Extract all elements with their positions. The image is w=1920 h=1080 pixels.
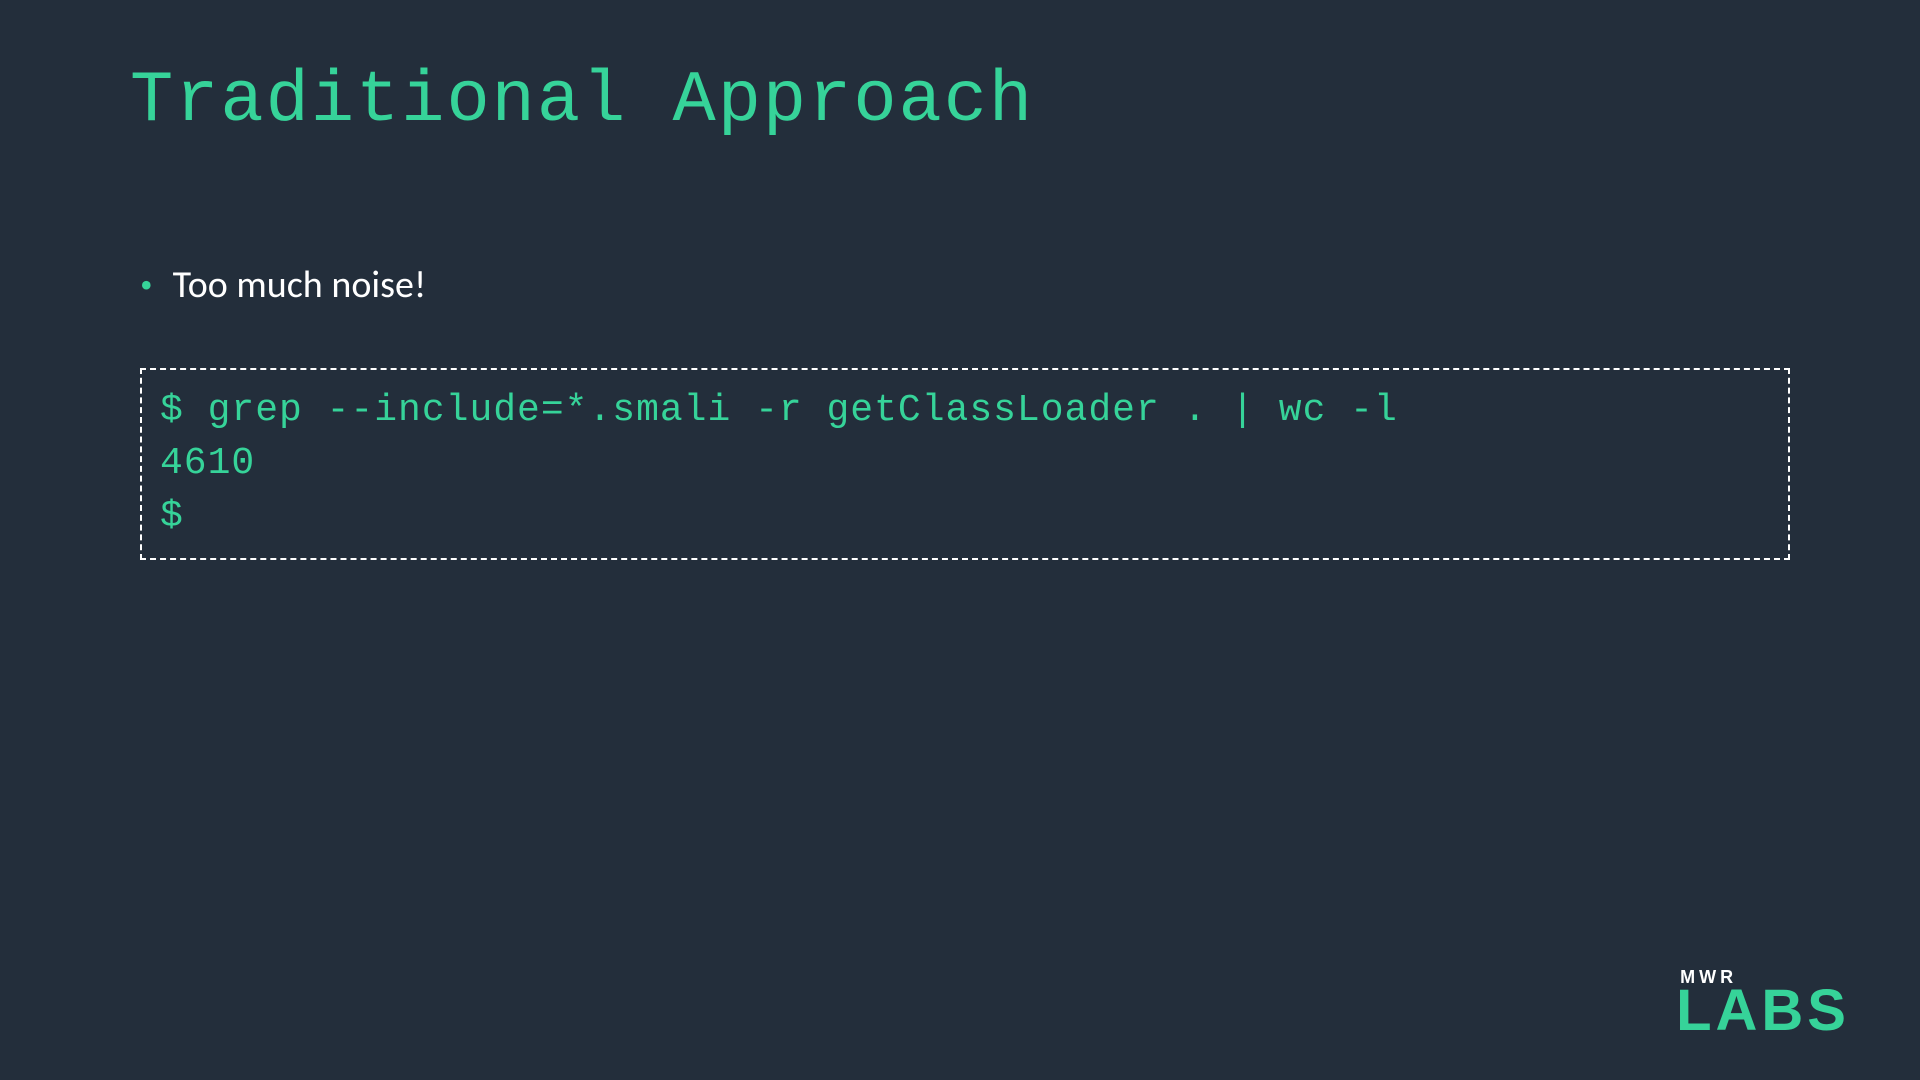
code-line-1: $ grep --include=*.smali -r getClassLoad… xyxy=(160,389,1398,432)
bullet-text: Too much noise! xyxy=(173,262,427,308)
code-block: $ grep --include=*.smali -r getClassLoad… xyxy=(140,368,1790,560)
slide-title: Traditional Approach xyxy=(130,60,1790,142)
slide-container: Traditional Approach • Too much noise! $… xyxy=(0,0,1920,1080)
bullet-item: • Too much noise! xyxy=(130,262,1790,308)
logo-bottom-text: LABS xyxy=(1676,982,1850,1040)
code-line-2: 4610 xyxy=(160,442,255,485)
logo: MWR LABS xyxy=(1676,967,1850,1040)
code-line-3: $ xyxy=(160,495,184,538)
bullet-icon: • xyxy=(140,267,153,303)
